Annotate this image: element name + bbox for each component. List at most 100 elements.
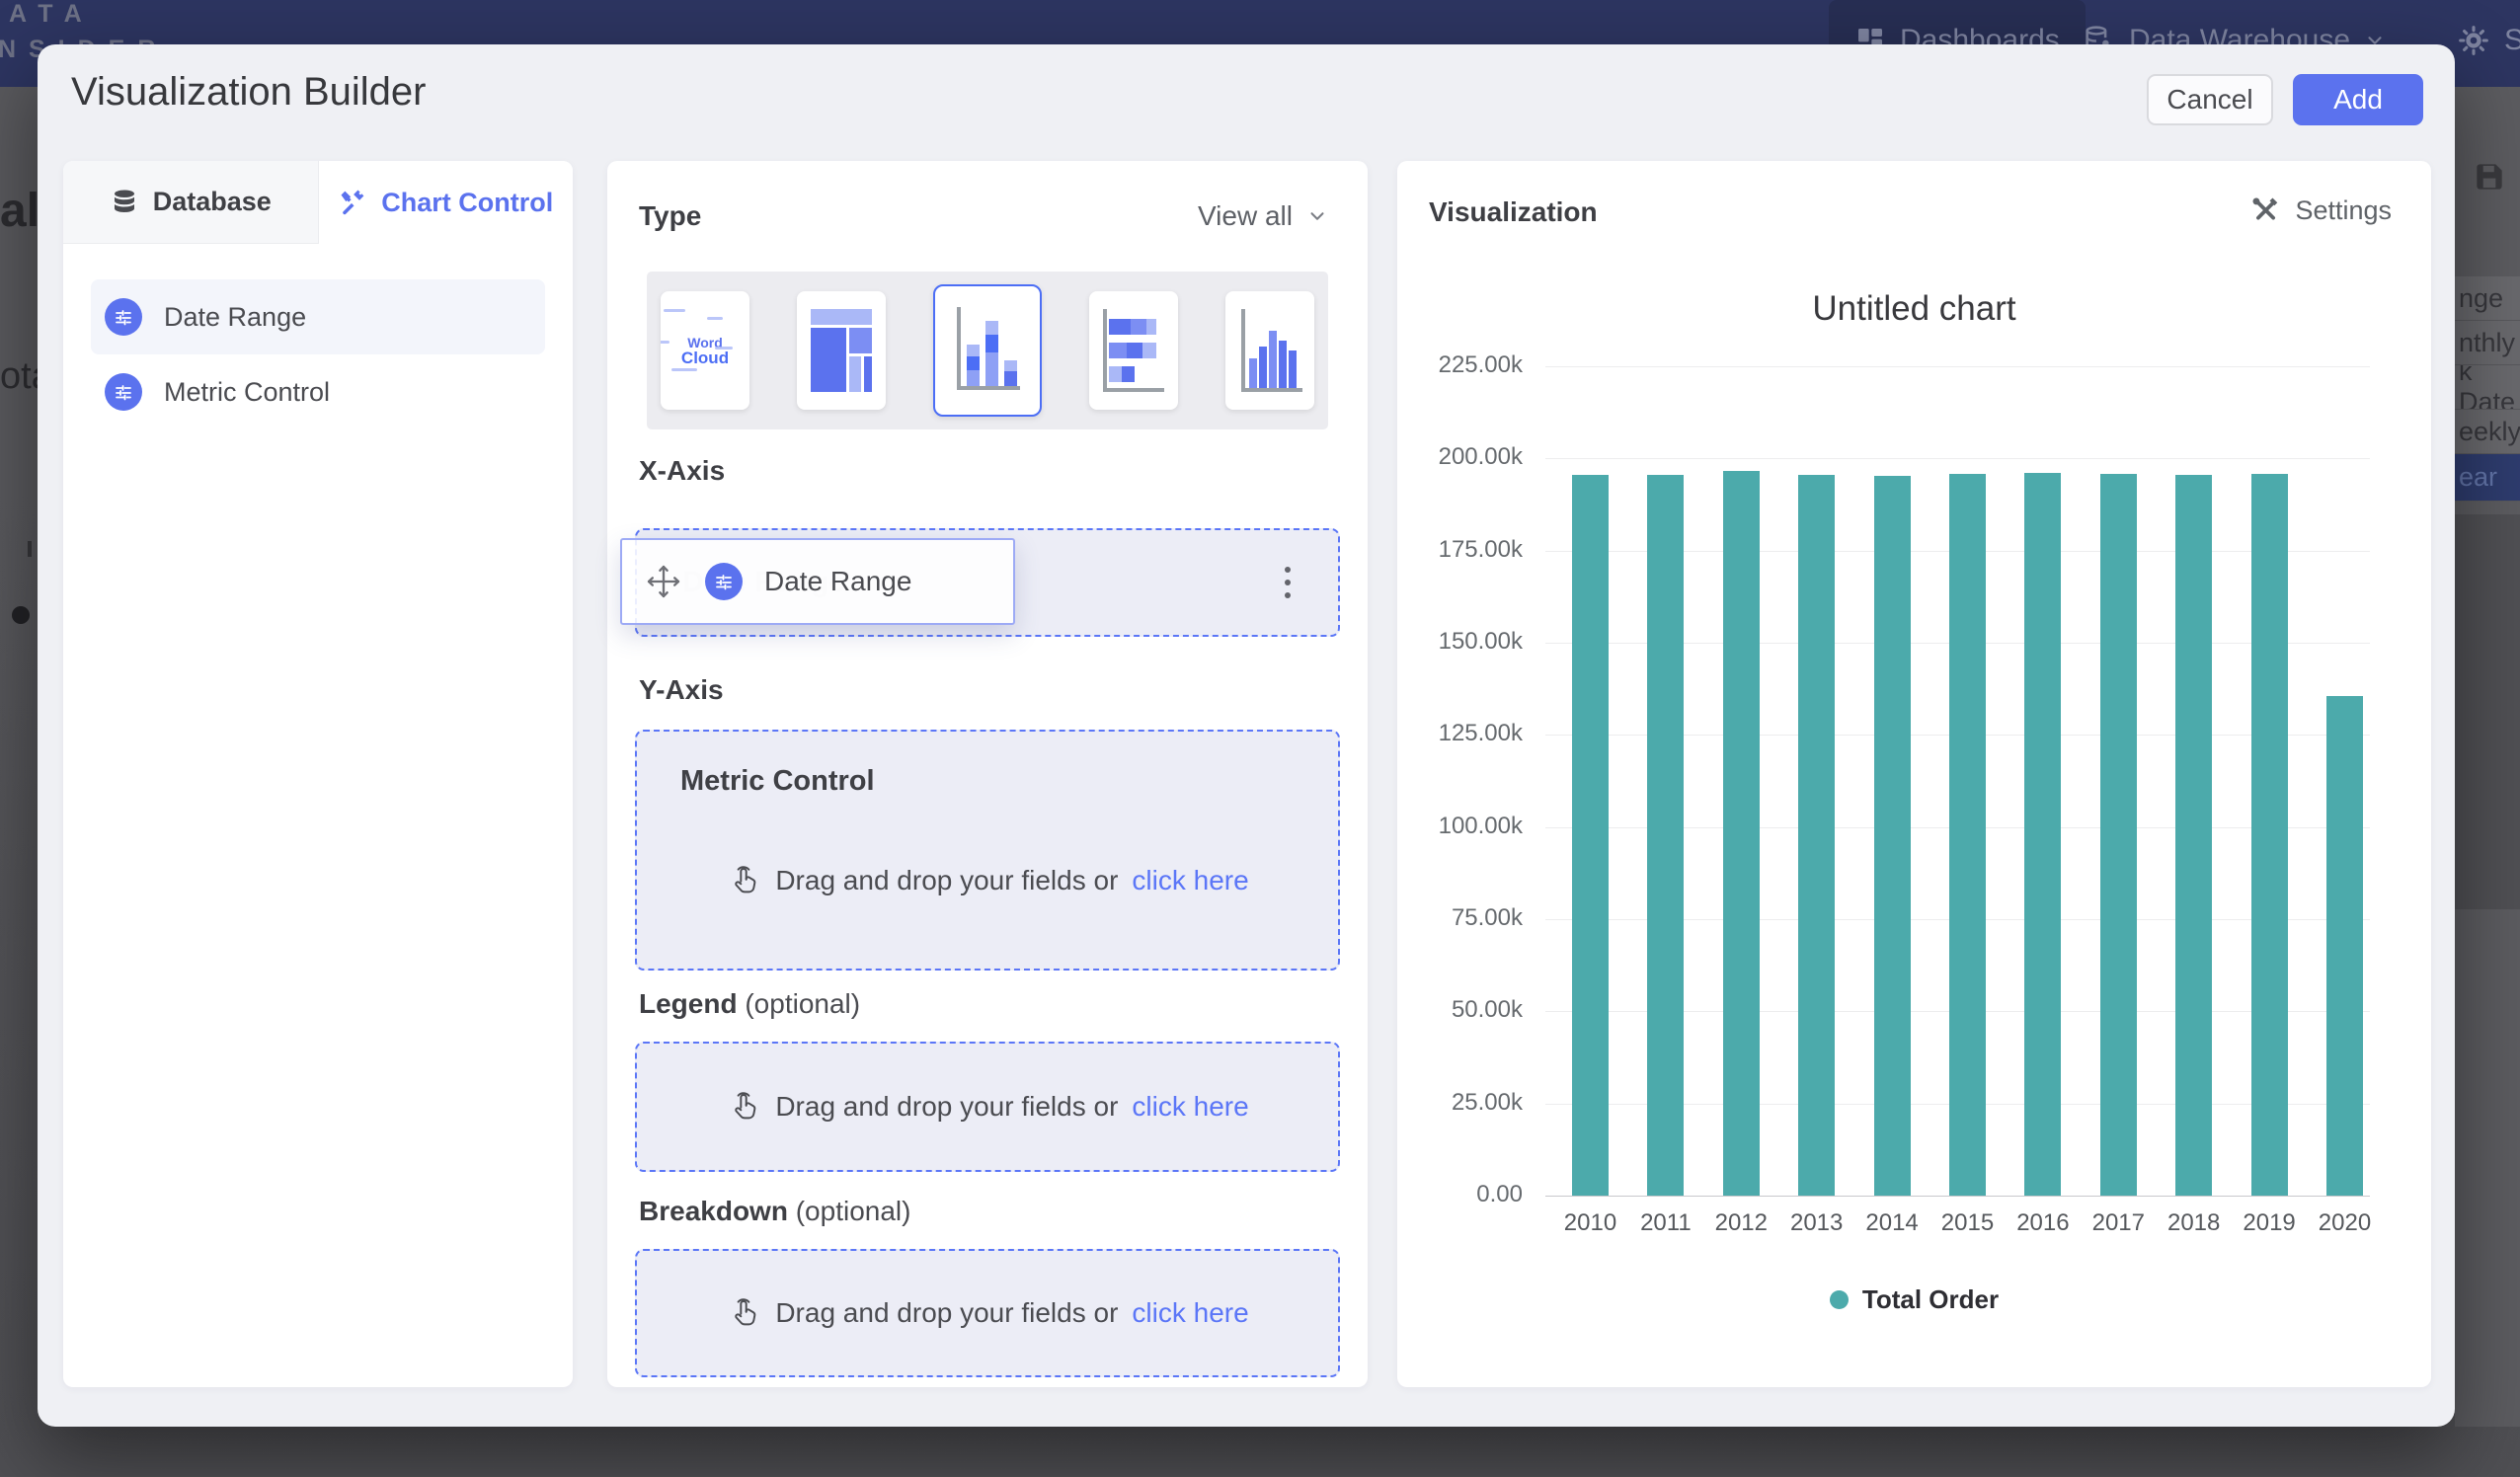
dragged-field-date-range[interactable]: Date Range (620, 538, 1015, 625)
drop-hint-text: Drag and drop your fields or (775, 1297, 1118, 1329)
tab-database-label: Database (153, 187, 272, 217)
database-icon (110, 188, 139, 217)
dragged-field-label: Date Range (764, 566, 911, 597)
background-fragment (2455, 514, 2520, 909)
chevron-down-icon (1306, 205, 1328, 227)
background-dropdown-item: nthly (2455, 321, 2520, 365)
chart-plot: 225.00k200.00k175.00k150.00k125.00k100.0… (1397, 161, 2431, 1387)
gear-icon (2457, 24, 2490, 57)
tap-icon (726, 863, 761, 898)
type-card-stacked-column[interactable] (933, 284, 1042, 417)
sliders-icon (105, 298, 142, 336)
list-item-date-range[interactable]: Date Range (91, 279, 545, 354)
y-axis-tick-label: 225.00k (1397, 351, 1523, 379)
background-dropdown-item: eekly (2455, 410, 2520, 454)
legend-optional-label: (optional) (745, 988, 860, 1019)
treemap-thumbnail (811, 309, 872, 392)
y-axis-zone-title: Metric Control (680, 765, 1295, 798)
gridline (1545, 366, 2370, 367)
y-axis-tick-label: 50.00k (1397, 996, 1523, 1024)
y-axis-tick-label: 25.00k (1397, 1089, 1523, 1117)
x-axis-tick-label: 2013 (1779, 1209, 1854, 1237)
stacked-bar-thumbnail (1101, 307, 1166, 394)
y-axis-dropzone[interactable]: Metric Control Drag and drop your fields… (635, 730, 1340, 971)
kebab-menu-icon[interactable] (1285, 567, 1291, 598)
drop-hint: Drag and drop your fields or click here (680, 863, 1295, 898)
view-all-label: View all (1198, 200, 1293, 232)
background-dropdown-item: k Date (2455, 365, 2520, 410)
background-dropdown-item: nge (2455, 276, 2520, 321)
chart-type-strip: Word Cloud (647, 272, 1328, 429)
move-icon (644, 562, 683, 601)
click-here-link[interactable]: click here (1132, 1297, 1248, 1329)
fields-panel: Database Chart Control Date Range Metric… (63, 161, 573, 1387)
y-axis-tick-label: 200.00k (1397, 443, 1523, 471)
app-logo-line1: DATA (0, 0, 95, 28)
chart-bar (2251, 474, 2288, 1196)
tab-database[interactable]: Database (63, 161, 319, 244)
click-here-link[interactable]: click here (1132, 1091, 1248, 1123)
y-axis-tick-label: 150.00k (1397, 628, 1523, 656)
list-item-label: Date Range (164, 302, 306, 333)
x-axis-tick-label: 2015 (1930, 1209, 2006, 1237)
x-axis-tick-label: 2012 (1703, 1209, 1778, 1237)
y-axis-tick-label: 0.00 (1397, 1181, 1523, 1208)
drop-hint-text: Drag and drop your fields or (775, 865, 1118, 896)
stacked-column-thumbnail (953, 305, 1022, 396)
drop-hint-text: Drag and drop your fields or (775, 1091, 1118, 1123)
visualization-panel: Visualization Settings Untitled chart 22… (1397, 161, 2431, 1387)
gridline (1545, 1196, 2370, 1197)
chart-bar (1723, 471, 1760, 1196)
x-axis-tick-label: 2019 (2232, 1209, 2307, 1237)
tab-chart-control[interactable]: Chart Control (319, 161, 574, 244)
add-button[interactable]: Add (2293, 74, 2423, 125)
nav-settings-label: Settings (2504, 24, 2520, 57)
chart-bar (1572, 475, 1609, 1196)
x-axis-tick-label: 2020 (2308, 1209, 2383, 1237)
x-axis-tick-label: 2011 (1628, 1209, 1703, 1237)
modal-title: Visualization Builder (71, 70, 426, 115)
chart-legend[interactable]: Total Order (1397, 1284, 2431, 1315)
breakdown-heading: Breakdown (optional) (639, 1196, 910, 1227)
chart-bar (2326, 696, 2363, 1196)
legend-dropzone[interactable]: Drag and drop your fields or click here (635, 1042, 1340, 1172)
tools-icon (338, 188, 367, 217)
type-card-column[interactable] (1225, 291, 1314, 410)
breakdown-dropzone[interactable]: Drag and drop your fields or click here (635, 1249, 1340, 1377)
view-all-dropdown[interactable]: View all (1198, 200, 1328, 232)
x-axis-tick-label: 2010 (1553, 1209, 1628, 1237)
gridline (1545, 458, 2370, 459)
chart-bar (1647, 475, 1684, 1196)
x-axis-tick-label: 2017 (2081, 1209, 2156, 1237)
background-right-sliver: ngenthlyk Dateeeklyear (2455, 87, 2520, 1427)
list-item-label: Metric Control (164, 377, 330, 408)
save-icon (2471, 158, 2508, 195)
click-here-link[interactable]: click here (1132, 865, 1248, 896)
drop-hint: Drag and drop your fields or click here (726, 1295, 1248, 1331)
drop-hint: Drag and drop your fields or click here (726, 1089, 1248, 1125)
x-axis-heading: X-Axis (639, 455, 725, 487)
type-heading: Type (639, 200, 701, 232)
chart-bar (2024, 473, 2061, 1196)
x-axis-tick-label: 2014 (1854, 1209, 1929, 1237)
chart-bar (2100, 474, 2137, 1196)
y-axis-tick-label: 75.00k (1397, 904, 1523, 932)
tap-icon (726, 1295, 761, 1331)
background-dropdown-list: ngenthlyk Dateeeklyear (2455, 276, 2520, 502)
type-card-stacked-bar[interactable] (1089, 291, 1178, 410)
y-axis-tick-label: 175.00k (1397, 536, 1523, 564)
chart-bar (1949, 474, 1986, 1196)
list-item-metric-control[interactable]: Metric Control (91, 354, 545, 429)
chart-bar (2175, 475, 2212, 1196)
sliders-icon (105, 373, 142, 411)
x-axis-tick-label: 2016 (2006, 1209, 2081, 1237)
background-fragment (28, 541, 32, 557)
legend-heading: Legend (optional) (639, 988, 860, 1020)
y-axis-tick-label: 100.00k (1397, 813, 1523, 840)
type-card-word-cloud[interactable]: Word Cloud (661, 291, 749, 410)
chart-bar (1874, 476, 1911, 1196)
type-card-treemap[interactable] (797, 291, 886, 410)
visualization-builder-modal: Visualization Builder Cancel Add Databas… (38, 44, 2455, 1427)
x-axis-tick-label: 2018 (2157, 1209, 2232, 1237)
cancel-button[interactable]: Cancel (2147, 74, 2273, 125)
